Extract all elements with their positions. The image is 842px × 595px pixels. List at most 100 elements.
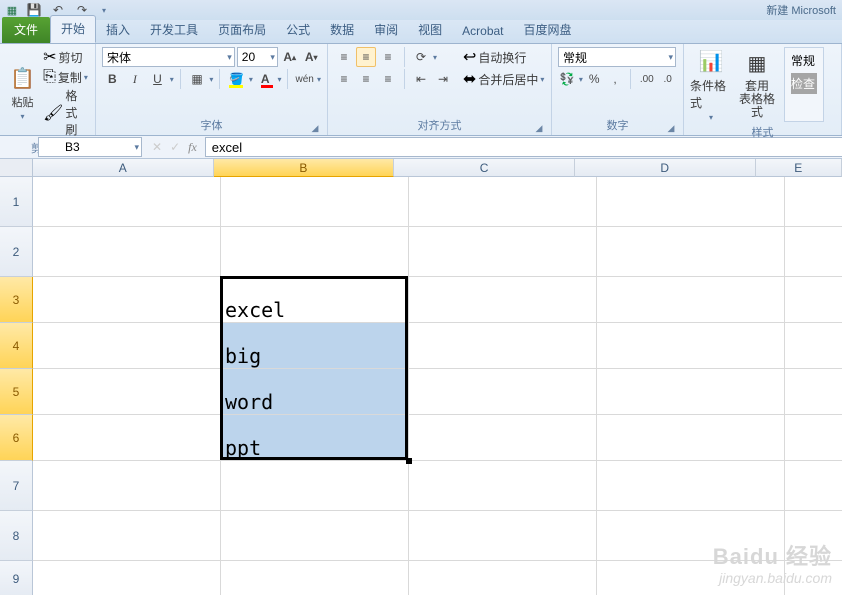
column-header-D[interactable]: D — [575, 159, 756, 177]
name-box[interactable]: B3 ▾ — [38, 137, 142, 157]
tab-home[interactable]: 开始 — [50, 15, 96, 43]
cell-A3[interactable] — [33, 277, 221, 323]
merge-center-button[interactable]: ⬌合并后居中▾ — [463, 69, 544, 89]
cell-A2[interactable] — [33, 227, 221, 277]
cell-B3[interactable]: excel — [221, 277, 409, 323]
tab-acrobat[interactable]: Acrobat — [452, 20, 513, 43]
underline-button[interactable]: U — [147, 69, 168, 89]
cancel-formula-button[interactable]: ✕ — [152, 140, 162, 155]
font-name-combo[interactable]: 宋体▾ — [102, 47, 235, 67]
cell-E8[interactable] — [785, 511, 842, 561]
cell-A4[interactable] — [33, 323, 221, 369]
row-header-7[interactable]: 7 — [0, 461, 33, 511]
format-as-table-button[interactable]: ▦ 套用 表格格式 — [736, 47, 778, 122]
border-button[interactable]: ▦ — [187, 69, 208, 89]
cell-D7[interactable] — [597, 461, 785, 511]
wrap-text-button[interactable]: ↩自动换行 — [463, 47, 544, 67]
cell-C4[interactable] — [409, 323, 597, 369]
enter-formula-button[interactable]: ✓ — [170, 140, 180, 155]
cell-D3[interactable] — [597, 277, 785, 323]
phonetic-button[interactable]: wén — [294, 69, 315, 89]
tab-insert[interactable]: 插入 — [96, 17, 140, 43]
cell-C8[interactable] — [409, 511, 597, 561]
cell-E6[interactable] — [785, 415, 842, 461]
column-header-B[interactable]: B — [214, 159, 395, 177]
row-header-6[interactable]: 6 — [0, 415, 33, 461]
accounting-format-button[interactable]: 💱 — [558, 69, 577, 89]
tab-view[interactable]: 视图 — [408, 17, 452, 43]
cell-B5[interactable]: word — [221, 369, 409, 415]
cell-D5[interactable] — [597, 369, 785, 415]
fill-handle[interactable] — [406, 458, 412, 464]
row-header-1[interactable]: 1 — [0, 177, 33, 227]
cell-A9[interactable] — [33, 561, 221, 595]
align-top-button[interactable]: ≡ — [334, 47, 354, 67]
cut-button[interactable]: ✂剪切 — [43, 47, 89, 67]
cell-B1[interactable] — [221, 177, 409, 227]
cell-C5[interactable] — [409, 369, 597, 415]
cell-B4[interactable]: big — [221, 323, 409, 369]
decrease-indent-button[interactable]: ⇤ — [411, 69, 431, 89]
cells-area[interactable]: excelbigwordppt — [33, 177, 842, 595]
dialog-launcher-align[interactable]: ◢ — [533, 122, 545, 134]
paste-button[interactable]: 📋 粘贴 ▾ — [6, 47, 39, 138]
cell-E7[interactable] — [785, 461, 842, 511]
tab-formulas[interactable]: 公式 — [276, 17, 320, 43]
tab-file[interactable]: 文件 — [2, 17, 50, 43]
tab-baidu[interactable]: 百度网盘 — [514, 17, 582, 43]
column-header-C[interactable]: C — [394, 159, 575, 177]
format-painter-button[interactable]: 🖌格式刷 — [43, 87, 89, 138]
align-right-button[interactable]: ≡ — [378, 69, 398, 89]
cell-E3[interactable] — [785, 277, 842, 323]
percent-button[interactable]: % — [585, 69, 604, 89]
fill-color-button[interactable]: 🪣 — [226, 69, 247, 89]
tab-data[interactable]: 数据 — [320, 17, 364, 43]
cell-A6[interactable] — [33, 415, 221, 461]
align-bottom-button[interactable]: ≡ — [378, 47, 398, 67]
font-color-button[interactable]: A — [255, 69, 276, 89]
cell-style-check[interactable]: 检查 — [791, 73, 817, 94]
cell-D1[interactable] — [597, 177, 785, 227]
cell-B6[interactable]: ppt — [221, 415, 409, 461]
cell-B9[interactable] — [221, 561, 409, 595]
cell-C9[interactable] — [409, 561, 597, 595]
qat-customize-icon[interactable]: ▾ — [96, 2, 112, 18]
cell-B7[interactable] — [221, 461, 409, 511]
conditional-format-button[interactable]: 📊 条件格式 ▾ — [690, 47, 732, 122]
cell-A8[interactable] — [33, 511, 221, 561]
fx-icon[interactable]: fx — [188, 140, 197, 155]
comma-button[interactable]: , — [606, 69, 625, 89]
row-header-2[interactable]: 2 — [0, 227, 33, 277]
cell-E5[interactable] — [785, 369, 842, 415]
cell-C7[interactable] — [409, 461, 597, 511]
cell-D8[interactable] — [597, 511, 785, 561]
cell-D6[interactable] — [597, 415, 785, 461]
cell-A7[interactable] — [33, 461, 221, 511]
cell-C2[interactable] — [409, 227, 597, 277]
cell-E2[interactable] — [785, 227, 842, 277]
grow-font-button[interactable]: A▴ — [280, 47, 300, 67]
align-middle-button[interactable]: ≡ — [356, 47, 376, 67]
row-header-9[interactable]: 9 — [0, 561, 33, 595]
row-header-8[interactable]: 8 — [0, 511, 33, 561]
tab-review[interactable]: 审阅 — [364, 17, 408, 43]
tab-developer[interactable]: 开发工具 — [140, 17, 208, 43]
increase-decimal-button[interactable]: .00 — [637, 69, 656, 89]
cell-C1[interactable] — [409, 177, 597, 227]
bold-button[interactable]: B — [102, 69, 123, 89]
cell-D9[interactable] — [597, 561, 785, 595]
cell-C6[interactable] — [409, 415, 597, 461]
copy-button[interactable]: ⎘复制▾ — [43, 68, 89, 86]
spreadsheet-grid[interactable]: ABCDE 123456789 excelbigwordppt — [0, 159, 842, 595]
row-header-4[interactable]: 4 — [0, 323, 33, 369]
cell-A1[interactable] — [33, 177, 221, 227]
decrease-decimal-button[interactable]: .0 — [658, 69, 677, 89]
italic-button[interactable]: I — [125, 69, 146, 89]
cell-E4[interactable] — [785, 323, 842, 369]
column-header-E[interactable]: E — [756, 159, 842, 177]
row-header-3[interactable]: 3 — [0, 277, 33, 323]
cell-D2[interactable] — [597, 227, 785, 277]
number-format-combo[interactable]: 常规▾ — [558, 47, 676, 67]
cell-style-normal[interactable]: 常规 — [791, 50, 817, 71]
select-all-corner[interactable] — [0, 159, 33, 177]
